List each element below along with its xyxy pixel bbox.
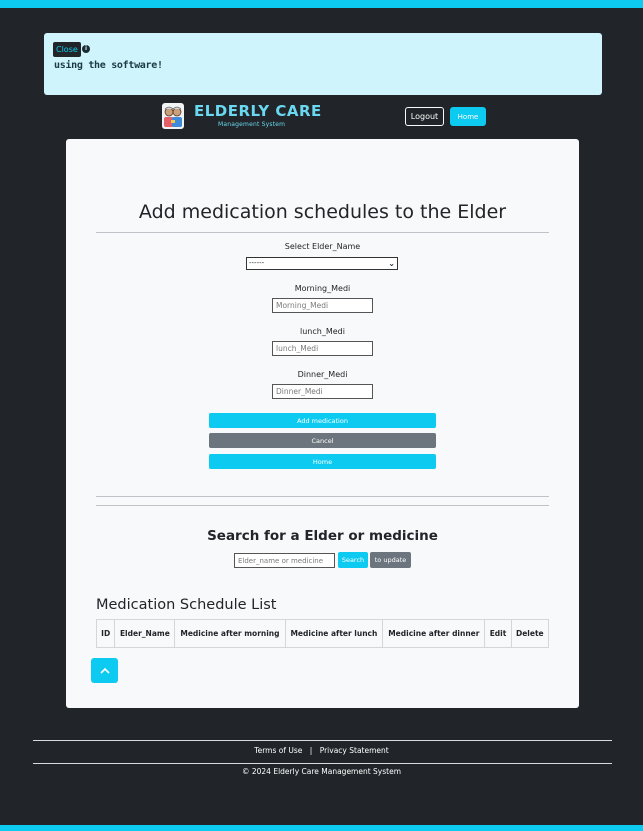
footer-separator: | [309, 746, 313, 755]
privacy-link[interactable]: Privacy Statement [320, 746, 389, 755]
footer-divider [33, 740, 612, 741]
footer-links: Terms of Use | Privacy Statement [0, 746, 643, 755]
chevron-up-icon [99, 667, 110, 674]
footer-divider [33, 763, 612, 764]
schedule-list-title: Medication Schedule List [96, 597, 277, 613]
cancel-button[interactable]: Cancel [209, 433, 436, 448]
alert-message: using the software! [54, 60, 163, 71]
page-title: Add medication schedules to the Elder [138, 201, 507, 223]
elder-select-value: ------ [249, 259, 265, 267]
elderly-couple-icon [162, 103, 184, 129]
column-header-id: ID [95, 619, 116, 648]
column-header-edit: Edit [484, 619, 512, 648]
column-header-delete: Delete [510, 619, 550, 648]
search-button[interactable]: Search [338, 552, 368, 568]
column-header-elder-name: Elder_Name [114, 619, 176, 648]
section-divider [96, 496, 549, 497]
search-input[interactable] [234, 553, 335, 568]
morning-medi-input[interactable] [272, 298, 373, 313]
add-medication-button[interactable]: Add medication [209, 413, 436, 428]
brand-subtitle: Management System [218, 121, 286, 128]
chevron-down-icon: ⌄ [388, 259, 395, 268]
terms-link[interactable]: Terms of Use [254, 746, 302, 755]
logout-button[interactable]: Logout [405, 107, 444, 126]
main-card: Add medication schedules to the Elder Se… [66, 139, 579, 708]
copyright: © 2024 Elderly Care Management System [241, 767, 402, 776]
table-header-row: ID Elder_Name Medicine after morning Med… [95, 619, 550, 648]
dinner-medi-input[interactable] [272, 384, 373, 399]
elder-select-label: Select Elder_Name [284, 242, 361, 251]
column-header-morning: Medicine after morning [174, 619, 286, 648]
column-header-dinner: Medicine after dinner [382, 619, 486, 648]
bottom-accent-bar [0, 825, 643, 831]
brand-title: ELDERLY CARE [194, 102, 322, 120]
scroll-to-top-button[interactable] [91, 658, 118, 683]
home-nav-button[interactable]: Home [450, 107, 486, 126]
title-divider [96, 232, 549, 233]
info-icon: i [82, 45, 90, 53]
search-title: Search for a Elder or medicine [207, 528, 438, 544]
info-alert: Close i using the software! [44, 33, 602, 95]
top-accent-bar [0, 0, 643, 8]
morning-medi-label: Morning_Medi [294, 284, 351, 293]
section-divider [96, 505, 549, 506]
schedule-table: ID Elder_Name Medicine after morning Med… [95, 619, 550, 648]
dinner-medi-label: Dinner_Medi [297, 370, 348, 379]
column-header-lunch: Medicine after lunch [284, 619, 384, 648]
home-button[interactable]: Home [209, 454, 436, 469]
alert-close-button[interactable]: Close [53, 42, 81, 57]
elder-select[interactable]: ------ ⌄ [246, 257, 398, 270]
lunch-medi-input[interactable] [272, 341, 373, 356]
lunch-medi-label: lunch_Medi [300, 327, 345, 336]
to-update-button[interactable]: to update [370, 552, 411, 568]
